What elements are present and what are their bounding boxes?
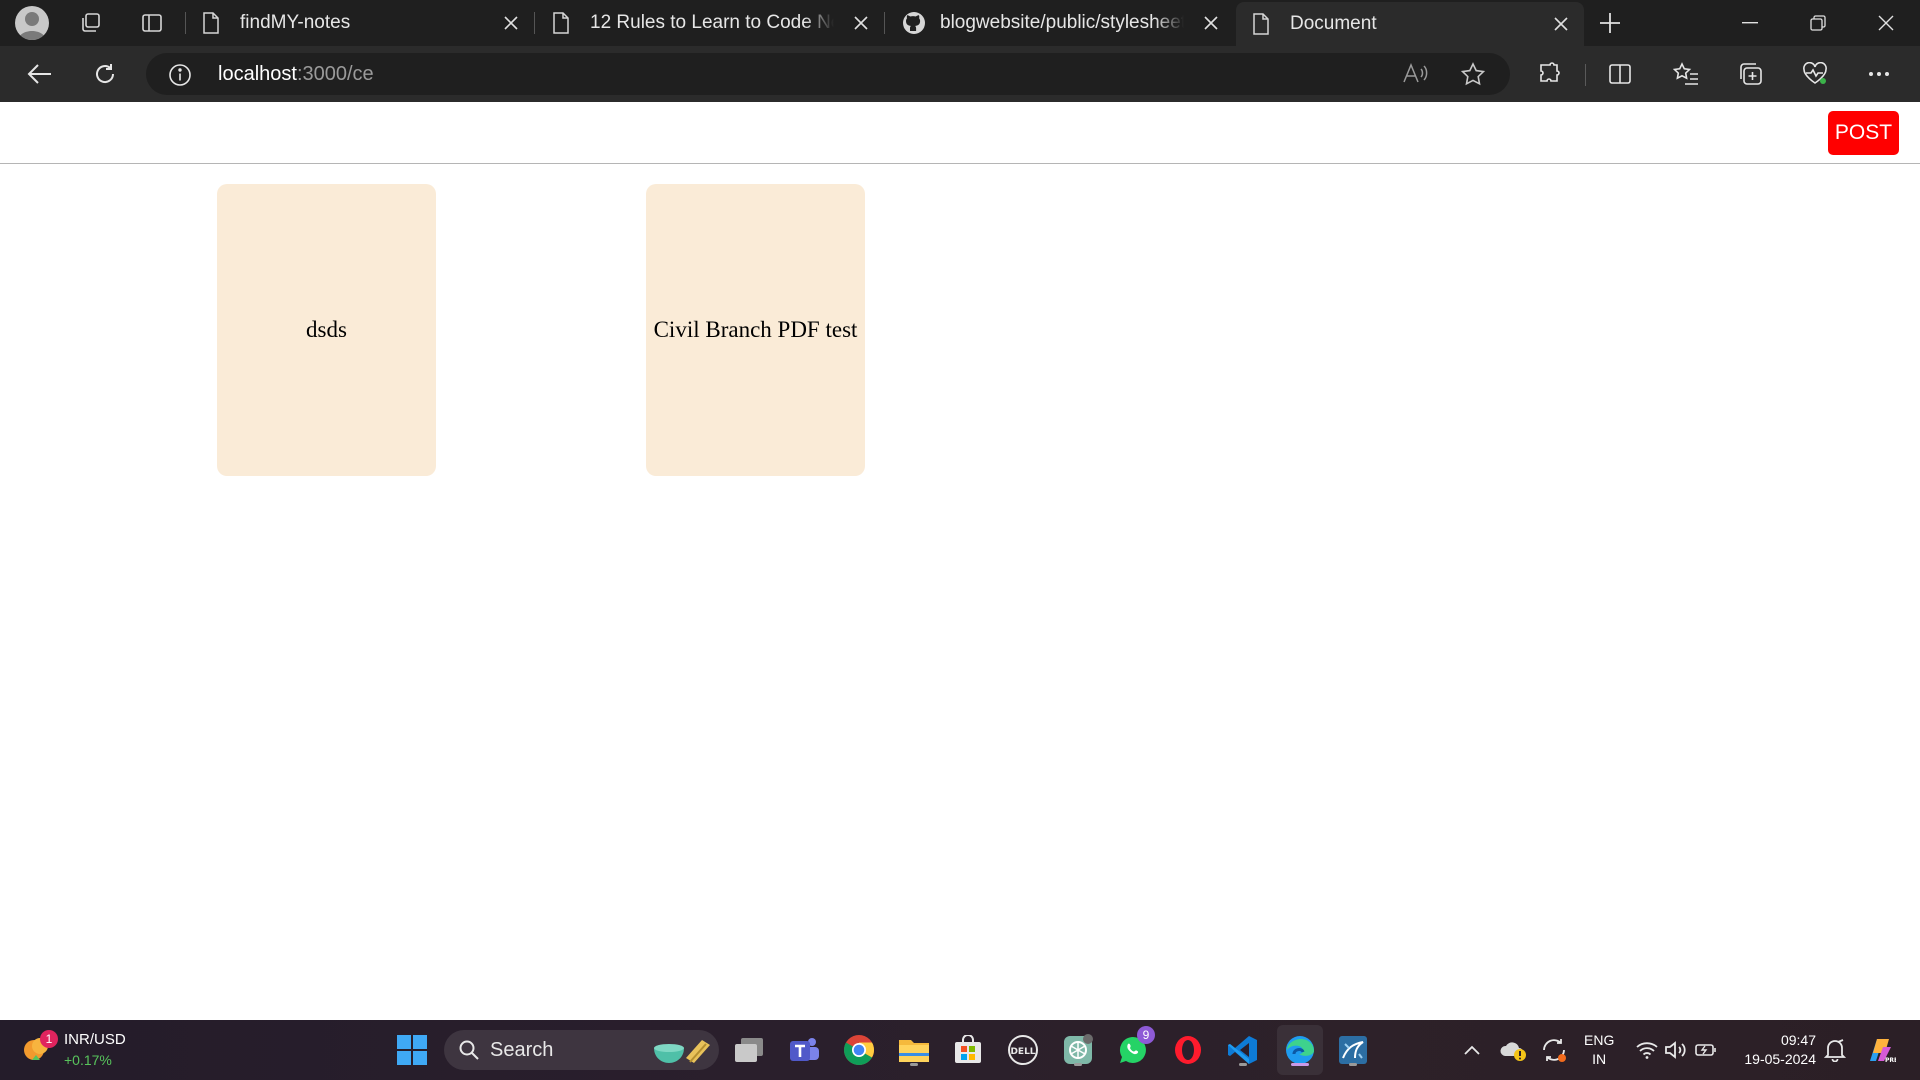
search-highlight-icon [650, 1036, 712, 1066]
page-icon [552, 12, 570, 34]
clock-date: 19-05-2024 [1744, 1051, 1816, 1067]
running-indicator [1291, 1063, 1309, 1066]
workspaces-icon[interactable] [75, 7, 107, 39]
window-close-icon[interactable] [1852, 0, 1920, 46]
page-icon [202, 12, 220, 34]
dell-icon[interactable]: DELL [1003, 1030, 1043, 1070]
stock-widget[interactable]: INR/USD +0.17% [64, 1030, 126, 1070]
more-options-icon[interactable] [1861, 56, 1897, 92]
chatgpt-icon[interactable] [1058, 1030, 1098, 1070]
svg-text:DELL: DELL [1010, 1047, 1035, 1057]
copilot-icon[interactable]: PRE [1860, 1030, 1900, 1070]
search-label: Search [490, 1039, 554, 1061]
onedrive-warning-icon[interactable] [1493, 1030, 1533, 1070]
volume-icon[interactable] [1659, 1030, 1693, 1070]
minimize-icon[interactable] [1716, 0, 1784, 46]
stock-label: INR/USD [64, 1031, 126, 1048]
microsoft-store-icon[interactable] [948, 1030, 988, 1070]
close-icon[interactable] [1200, 12, 1222, 34]
refresh-icon[interactable] [87, 56, 123, 92]
page-header: POST [0, 102, 1920, 164]
region-code: IN [1592, 1051, 1607, 1067]
note-title: Civil Branch PDF test [653, 317, 858, 342]
github-icon [902, 11, 926, 35]
clock-time: 09:47 [1780, 1032, 1816, 1048]
taskbar-clock[interactable]: 09:47 19-05-2024 [1744, 1031, 1816, 1069]
note-card[interactable]: Civil Branch PDF test [646, 184, 865, 476]
windows-start-icon[interactable] [392, 1030, 432, 1070]
restore-icon[interactable] [1784, 0, 1852, 46]
read-aloud-icon[interactable] [1402, 62, 1428, 86]
svg-text:PRE: PRE [1885, 1057, 1896, 1064]
close-icon[interactable] [850, 12, 872, 34]
tab-12-rules[interactable]: 12 Rules to Learn to Code New Tech [536, 4, 884, 42]
notifications-icon[interactable] [1818, 1030, 1852, 1070]
tab-title: 12 Rules to Learn to Code New Tech [590, 12, 834, 33]
url-text[interactable]: localhost:3000/ce [218, 63, 374, 86]
tab-title: blogwebsite/public/stylesheets/style.css [940, 12, 1184, 33]
profile-avatar[interactable] [15, 6, 49, 40]
favorites-icon[interactable] [1668, 56, 1704, 92]
favorite-star-icon[interactable] [1460, 62, 1486, 86]
browser-toolbar: localhost:3000/ce [0, 46, 1920, 102]
site-info-icon[interactable] [168, 63, 192, 87]
tab-separator [534, 12, 535, 34]
tab-findmy-notes[interactable]: findMY-notes [186, 4, 534, 42]
chrome-icon[interactable] [839, 1030, 879, 1070]
edge-icon[interactable] [1280, 1030, 1320, 1070]
search-icon [458, 1039, 480, 1061]
tab-document[interactable]: Document [1236, 2, 1584, 46]
running-indicator [910, 1063, 918, 1066]
url-path: :3000/ce [296, 63, 374, 85]
widget-badge: 1 [40, 1030, 58, 1048]
show-hidden-icons-chevron-icon[interactable] [1452, 1030, 1492, 1070]
sync-icon[interactable] [1534, 1030, 1574, 1070]
browser-essentials-icon[interactable] [1797, 56, 1833, 92]
task-view-icon[interactable] [729, 1030, 769, 1070]
opera-icon[interactable] [1168, 1030, 1208, 1070]
web-page: POST dsds Civil Branch PDF test [0, 102, 1920, 1020]
taskbar-search-box[interactable]: Search [444, 1030, 719, 1070]
stock-change: +0.17% [64, 1052, 112, 1068]
tab-separator [884, 12, 885, 34]
whatsapp-badge: 9 [1137, 1026, 1155, 1044]
extensions-icon[interactable] [1532, 56, 1568, 92]
file-explorer-icon[interactable] [894, 1030, 934, 1070]
tab-title: findMY-notes [240, 12, 351, 33]
running-indicator [1074, 1063, 1082, 1066]
vscode-icon[interactable] [1223, 1030, 1263, 1070]
close-icon[interactable] [1550, 13, 1572, 35]
teams-icon[interactable] [784, 1030, 824, 1070]
whatsapp-icon[interactable]: 9 [1113, 1026, 1155, 1070]
battery-icon[interactable] [1689, 1030, 1723, 1070]
page-icon [1252, 13, 1270, 35]
collections-icon[interactable] [1733, 56, 1769, 92]
new-tab-icon[interactable] [1594, 7, 1626, 39]
post-button[interactable]: POST [1828, 111, 1899, 155]
split-screen-icon[interactable] [1602, 56, 1638, 92]
vertical-tabs-icon[interactable] [136, 7, 168, 39]
running-indicator [1349, 1063, 1357, 1066]
address-bar[interactable]: localhost:3000/ce [146, 53, 1510, 95]
windows-taskbar: 1 INR/USD +0.17% Search DELL 9 ENG IN 09… [0, 1020, 1920, 1080]
close-icon[interactable] [500, 12, 522, 34]
tab-title: Document [1290, 13, 1377, 34]
toolbar-divider [1585, 64, 1586, 86]
note-title: dsds [306, 317, 347, 342]
mysql-workbench-icon[interactable] [1333, 1030, 1373, 1070]
tab-github-style[interactable]: blogwebsite/public/stylesheets/style.css [886, 4, 1234, 42]
note-card[interactable]: dsds [217, 184, 436, 476]
url-host: localhost [218, 63, 297, 85]
browser-tab-strip: findMY-notes 12 Rules to Learn to Code N… [0, 0, 1920, 46]
back-icon[interactable] [22, 56, 58, 92]
stock-widget-icon[interactable]: 1 [20, 1030, 60, 1068]
running-indicator [1239, 1063, 1247, 1066]
language-code: ENG [1584, 1032, 1615, 1048]
input-language-indicator[interactable]: ENG IN [1584, 1031, 1614, 1069]
